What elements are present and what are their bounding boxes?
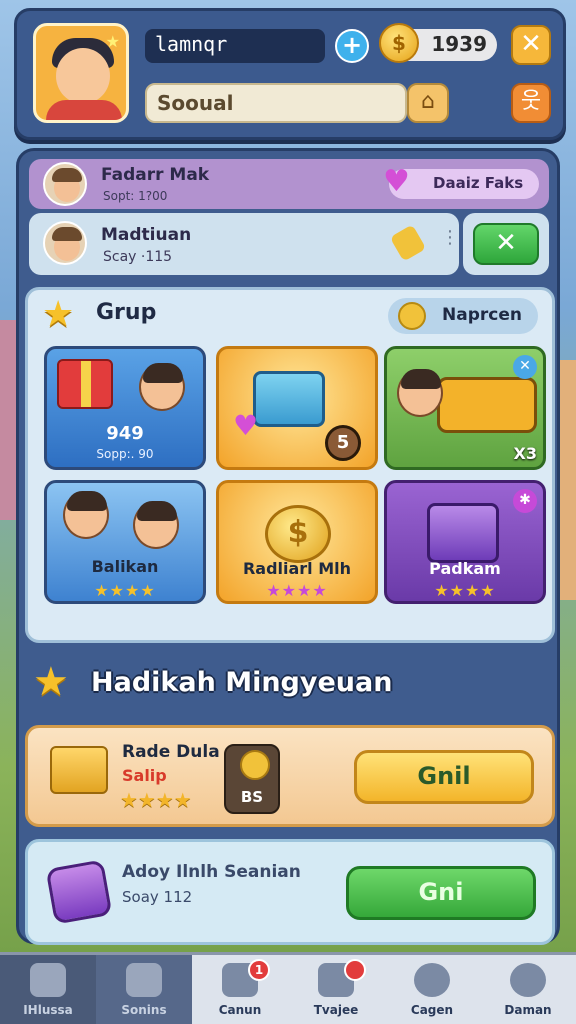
globe-icon bbox=[414, 963, 450, 997]
group-card-coin[interactable]: $ Radliarl Mlh ★★★★ bbox=[216, 480, 378, 604]
card-sub: Sopp:. 90 bbox=[96, 447, 154, 461]
coin-icon bbox=[398, 302, 426, 330]
nav-label: IHlussa bbox=[23, 1003, 73, 1017]
truck-icon bbox=[437, 377, 537, 433]
reward-row-1: Rade Dula Salip ★★★★ BS Gnil bbox=[25, 725, 555, 827]
top-bar: ★ lamnqr + 1939 $ ✕ Sooual ⌂ 웃 bbox=[14, 8, 566, 140]
heart-icon: ♥ bbox=[383, 164, 410, 199]
nav-item-home[interactable]: IHlussa bbox=[0, 955, 96, 1024]
nav-item-sonins[interactable]: Sonins bbox=[96, 955, 192, 1024]
card-value: 949 bbox=[106, 423, 144, 444]
player-avatar[interactable]: ★ bbox=[33, 23, 129, 123]
card-label: Balikan bbox=[91, 557, 159, 576]
reward-tag: Salip bbox=[122, 766, 167, 785]
reward-row-2: Adoy Ilnlh Seanian Soay 112 Gni bbox=[25, 839, 555, 945]
reward-sub: Soay 112 bbox=[122, 888, 193, 906]
star-icon: ★ bbox=[33, 659, 69, 705]
notification-badge bbox=[344, 959, 366, 981]
card-stars: ★★★★ bbox=[434, 581, 496, 600]
coin-icon: $ bbox=[379, 23, 419, 63]
star-icon: ★ bbox=[105, 32, 120, 51]
sparkle-icon[interactable]: ✱ bbox=[513, 489, 537, 513]
nav-item-tvajee[interactable]: Tvajee bbox=[288, 955, 384, 1024]
group-title: Grup bbox=[96, 300, 157, 325]
friend-row-2[interactable]: Madtiuan Scay ·115 ⋮ bbox=[29, 213, 459, 275]
kid-avatar bbox=[139, 363, 185, 411]
search-input[interactable]: Sooual bbox=[145, 83, 407, 123]
nav-label: Daman bbox=[504, 1003, 552, 1017]
kid-avatar bbox=[397, 369, 443, 417]
reward-name: Adoy Ilnlh Seanian bbox=[122, 862, 301, 882]
avatar-shirt bbox=[46, 100, 122, 120]
friend-avatar bbox=[43, 221, 87, 265]
nav-item-daman[interactable]: Daman bbox=[480, 955, 576, 1024]
chest-icon bbox=[427, 503, 499, 563]
dice-icon bbox=[45, 859, 113, 925]
gift-icon bbox=[57, 359, 113, 409]
home-icon[interactable]: ⌂ bbox=[407, 83, 449, 123]
reward-stars: ★★★★ bbox=[120, 788, 192, 812]
kid-avatar bbox=[133, 501, 179, 549]
heart-badge[interactable]: ♥ Daaiz Faks bbox=[383, 167, 539, 199]
friend-name: Fadarr Mak bbox=[101, 165, 210, 185]
home-icon bbox=[30, 963, 66, 997]
group-badge-label: Naprcen bbox=[442, 305, 522, 325]
more-icon[interactable]: ⋮ bbox=[441, 227, 459, 248]
avatar-face bbox=[56, 48, 110, 104]
cost-label: BS bbox=[240, 788, 264, 806]
coin-icon bbox=[240, 750, 270, 780]
ticket-icon bbox=[389, 224, 427, 262]
group-card-truck[interactable]: ✕ X3 bbox=[384, 346, 546, 470]
username-field[interactable]: lamnqr bbox=[145, 29, 325, 63]
cost-box: BS bbox=[224, 744, 280, 814]
card-stars: ★★★★ bbox=[94, 581, 156, 600]
coin-icon: $ bbox=[265, 505, 331, 563]
nav-item-canun[interactable]: 1 Canun bbox=[192, 955, 288, 1024]
close-icon[interactable]: ✕ bbox=[513, 355, 537, 379]
group-card-gift[interactable]: 949 Sopp:. 90 bbox=[44, 346, 206, 470]
nav-label: Canun bbox=[218, 1003, 262, 1017]
group-card-chest[interactable]: ♥ 5 bbox=[216, 346, 378, 470]
friend-sub: Scay ·115 bbox=[103, 249, 173, 265]
chest-icon bbox=[50, 746, 108, 794]
nav-label: Sonins bbox=[121, 1003, 167, 1017]
card-stars: ★★★★ bbox=[266, 581, 328, 600]
claim-button[interactable]: Gnil bbox=[354, 750, 534, 804]
friend-action-panel: ✕ bbox=[463, 213, 549, 275]
main-panel: Fadarr Mak Sopt: 1?00 ♥ Daaiz Faks Madti… bbox=[16, 148, 560, 945]
key-count-badge: 5 bbox=[325, 425, 361, 461]
multiplier-label: X3 bbox=[513, 444, 537, 463]
profile-icon bbox=[510, 963, 546, 997]
group-card-balikan[interactable]: Balikan ★★★★ bbox=[44, 480, 206, 604]
reward-name: Rade Dula bbox=[122, 742, 220, 762]
close-button[interactable]: ✕ bbox=[511, 25, 551, 65]
kid-avatar bbox=[63, 491, 109, 539]
group-badge[interactable]: Naprcen bbox=[388, 298, 538, 334]
friend-name: Madtiuan bbox=[101, 225, 192, 245]
nav-item-cagen[interactable]: Cagen bbox=[384, 955, 480, 1024]
card-label: Radliarl Mlh bbox=[242, 559, 352, 578]
dismiss-button[interactable]: ✕ bbox=[473, 223, 539, 265]
card-label: Padkam bbox=[429, 559, 501, 578]
chest-icon bbox=[253, 371, 325, 427]
friend-row-1[interactable]: Fadarr Mak Sopt: 1?00 ♥ Daaiz Faks bbox=[29, 159, 549, 209]
add-button[interactable]: + bbox=[335, 29, 369, 63]
star-icon: ★ bbox=[42, 294, 75, 335]
group-card-padkam[interactable]: ✱ Padkam ★★★★ bbox=[384, 480, 546, 604]
friend-sub: Sopt: 1?00 bbox=[103, 189, 168, 203]
claim-button[interactable]: Gni bbox=[346, 866, 536, 920]
group-section: ★ Grup Naprcen 949 Sopp:. 90 ♥ 5 ✕ X3 Ba… bbox=[25, 287, 555, 643]
heart-badge-label: Daaiz Faks bbox=[433, 174, 524, 192]
heart-icon: ♥ bbox=[233, 409, 259, 442]
phone-icon bbox=[126, 963, 162, 997]
nav-label: Tvajee bbox=[313, 1003, 359, 1017]
friend-avatar bbox=[43, 162, 87, 206]
bottom-nav: IHlussa Sonins 1 Canun Tvajee Cagen Dama… bbox=[0, 952, 576, 1024]
person-icon[interactable]: 웃 bbox=[511, 83, 551, 123]
notification-badge: 1 bbox=[248, 959, 270, 981]
nav-label: Cagen bbox=[410, 1003, 454, 1017]
rewards-title: Hadikah Mingyeuan bbox=[91, 667, 393, 698]
